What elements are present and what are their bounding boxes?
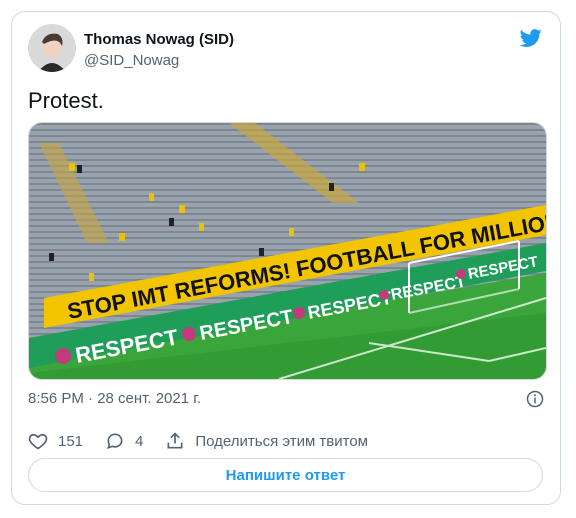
tweet-photo[interactable]: STOP IMT REFORMS! FOOTBALL FOR MILLIONS … bbox=[28, 122, 547, 380]
avatar-photo bbox=[28, 24, 76, 72]
author-handle[interactable]: @SID_Nowag bbox=[84, 52, 179, 69]
heart-icon bbox=[28, 433, 48, 450]
tweet-actions: 151 4 Поделиться этим твитом bbox=[28, 430, 390, 452]
share-icon bbox=[167, 432, 183, 449]
reply-count: 4 bbox=[135, 432, 144, 450]
share-button[interactable]: Поделиться этим твитом bbox=[165, 431, 368, 451]
stadium-photo: STOP IMT REFORMS! FOOTBALL FOR MILLIONS … bbox=[29, 123, 546, 379]
reply-button[interactable]: Напишите ответ bbox=[28, 458, 543, 492]
tweet-card: Thomas Nowag (SID) @SID_Nowag Protest. R… bbox=[11, 11, 561, 505]
tweet-timestamp[interactable]: 8:56 PM · 28 сент. 2021 г. bbox=[28, 390, 201, 407]
reply-action-button[interactable]: 4 bbox=[105, 431, 143, 451]
twitter-bird-icon[interactable] bbox=[518, 27, 544, 49]
like-button[interactable]: 151 bbox=[28, 431, 83, 451]
author-name[interactable]: Thomas Nowag (SID) bbox=[84, 31, 234, 48]
info-icon[interactable] bbox=[526, 390, 544, 408]
like-count: 151 bbox=[58, 432, 84, 450]
tweet-text: Protest. bbox=[28, 88, 104, 113]
comment-icon bbox=[107, 433, 123, 449]
avatar[interactable] bbox=[28, 24, 76, 72]
share-label: Поделиться этим твитом bbox=[195, 432, 368, 450]
